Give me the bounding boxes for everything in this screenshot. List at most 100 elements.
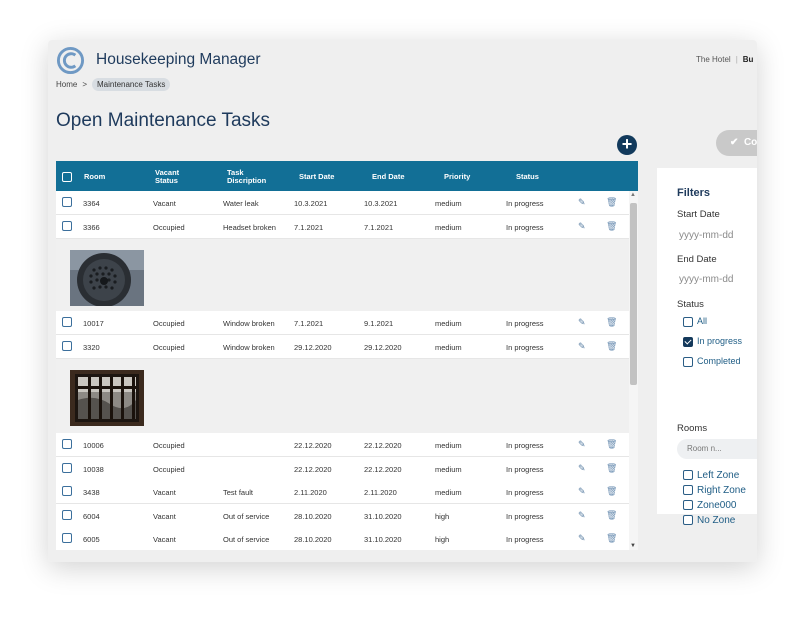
cell-start: 22.12.2020 (294, 465, 332, 474)
user-menu[interactable]: Bu (743, 55, 754, 64)
cell-start: 22.12.2020 (294, 441, 332, 450)
cell-priority: high (435, 512, 450, 521)
edit-icon[interactable]: ✎ (578, 463, 586, 474)
edit-icon[interactable]: ✎ (578, 341, 586, 352)
cell-priority: medium (435, 199, 462, 208)
row-checkbox[interactable] (62, 486, 72, 496)
zone-option[interactable]: Zone000 (683, 500, 736, 511)
header-priority: Priority (444, 172, 471, 181)
cell-start: 29.12.2020 (294, 343, 332, 352)
filters-title: Filters (677, 187, 711, 199)
trash-icon[interactable]: 🗑 (606, 197, 617, 208)
table-row[interactable]: 10038 Occupied 22.12.2020 22.12.2020 med… (56, 457, 629, 481)
status-option-in-progress[interactable]: In progress (683, 336, 742, 347)
room-search-input[interactable]: Room n... (677, 439, 757, 459)
edit-icon[interactable]: ✎ (578, 510, 586, 521)
zone-option[interactable]: Right Zone (683, 485, 746, 496)
table-row[interactable]: 6005 Vacant Out of service 28.10.2020 31… (56, 527, 629, 550)
status-checkbox[interactable] (683, 356, 693, 367)
cell-vacant: Occupied (153, 223, 185, 232)
breadcrumb-home[interactable]: Home (56, 80, 77, 89)
cell-priority: medium (435, 441, 462, 450)
status-option-label: In progress (697, 336, 743, 346)
header-task-description: Task Discription (227, 168, 267, 185)
row-checkbox[interactable] (62, 197, 72, 207)
edit-icon[interactable]: ✎ (578, 317, 586, 328)
zone-checkbox[interactable] (683, 515, 693, 526)
trash-icon[interactable]: 🗑 (606, 341, 617, 352)
hotel-link[interactable]: The Hotel (696, 55, 731, 64)
cell-status: In progress (506, 223, 544, 232)
trash-icon[interactable]: 🗑 (606, 486, 617, 497)
edit-icon[interactable]: ✎ (578, 486, 586, 497)
headset-photo[interactable] (70, 250, 144, 306)
status-checkbox-checked[interactable] (683, 336, 693, 347)
complete-button-label: Co (743, 137, 757, 148)
cell-status: In progress (506, 343, 544, 352)
cell-vacant: Occupied (153, 343, 185, 352)
table-row[interactable]: 3438 Vacant Test fault 2.11.2020 2.11.20… (56, 480, 629, 504)
zone-checkbox[interactable] (683, 485, 693, 496)
trash-icon[interactable]: 🗑 (606, 533, 617, 544)
table-row[interactable]: 3366 Occupied Headset broken 7.1.2021 7.… (56, 215, 629, 239)
start-date-label: Start Date (677, 209, 720, 220)
start-date-input[interactable]: yyyy-mm-dd (679, 230, 733, 241)
cell-status: In progress (506, 465, 544, 474)
row-checkbox[interactable] (62, 463, 72, 473)
select-all-checkbox[interactable] (62, 172, 72, 182)
row-checkbox[interactable] (62, 221, 72, 231)
status-option-all[interactable]: All (683, 316, 707, 327)
cell-room: 3438 (83, 488, 100, 497)
cell-end: 22.12.2020 (364, 465, 402, 474)
cell-priority: high (435, 535, 450, 544)
scroll-down-icon[interactable]: ▼ (630, 543, 636, 549)
trash-icon[interactable]: 🗑 (606, 317, 617, 328)
table-row[interactable]: 10017 Occupied Window broken 7.1.2021 9.… (56, 311, 629, 335)
cell-task: Window broken (223, 343, 275, 352)
cell-room: 3366 (83, 223, 100, 232)
row-checkbox[interactable] (62, 317, 72, 327)
trash-icon[interactable]: 🗑 (606, 439, 617, 450)
cell-vacant: Occupied (153, 441, 185, 450)
top-links-separator: | (735, 55, 738, 64)
zone-checkbox[interactable] (683, 470, 693, 481)
status-option-completed[interactable]: Completed (683, 356, 741, 367)
row-checkbox[interactable] (62, 341, 72, 351)
window-photo[interactable] (70, 370, 144, 426)
zone-option[interactable]: No Zone (683, 515, 735, 526)
status-label: Status (677, 299, 704, 310)
cell-task: Headset broken (223, 223, 276, 232)
zone-checkbox[interactable] (683, 500, 693, 511)
table-row[interactable]: 6004 Vacant Out of service 28.10.2020 31… (56, 504, 629, 528)
scroll-up-icon[interactable]: ▲ (630, 192, 636, 198)
end-date-input[interactable]: yyyy-mm-dd (679, 274, 733, 285)
cell-priority: medium (435, 488, 462, 497)
trash-icon[interactable]: 🗑 (606, 463, 617, 474)
edit-icon[interactable]: ✎ (578, 439, 586, 450)
edit-icon[interactable]: ✎ (578, 221, 586, 232)
status-checkbox[interactable] (683, 316, 693, 327)
trash-icon[interactable]: 🗑 (606, 510, 617, 521)
table-header: Room Vacant Status Task Discription Star… (56, 161, 638, 191)
scrollbar-thumb[interactable] (630, 203, 637, 385)
trash-icon[interactable]: 🗑 (606, 221, 617, 232)
zone-option[interactable]: Left Zone (683, 470, 739, 481)
table-row[interactable]: 3320 Occupied Window broken 29.12.2020 2… (56, 335, 629, 359)
table-row[interactable]: 3364 Vacant Water leak 10.3.2021 10.3.20… (56, 191, 629, 215)
complete-button[interactable]: ✔ Co (716, 130, 757, 156)
table-scrollbar[interactable]: ▲ ▼ (629, 191, 638, 550)
top-links: The Hotel | Bu (696, 55, 753, 64)
edit-icon[interactable]: ✎ (578, 533, 586, 544)
cell-start: 28.10.2020 (294, 535, 332, 544)
cell-vacant: Vacant (153, 199, 176, 208)
row-checkbox[interactable] (62, 439, 72, 449)
cell-status: In progress (506, 441, 544, 450)
add-task-button[interactable]: + (617, 135, 637, 155)
table-row[interactable]: 10006 Occupied 22.12.2020 22.12.2020 med… (56, 433, 629, 457)
filters-panel: Filters Start Date yyyy-mm-dd End Date y… (657, 168, 757, 526)
row-checkbox[interactable] (62, 510, 72, 520)
edit-icon[interactable]: ✎ (578, 197, 586, 208)
row-checkbox[interactable] (62, 533, 72, 543)
cell-end: 9.1.2021 (364, 319, 394, 328)
cell-room: 6005 (83, 535, 100, 544)
